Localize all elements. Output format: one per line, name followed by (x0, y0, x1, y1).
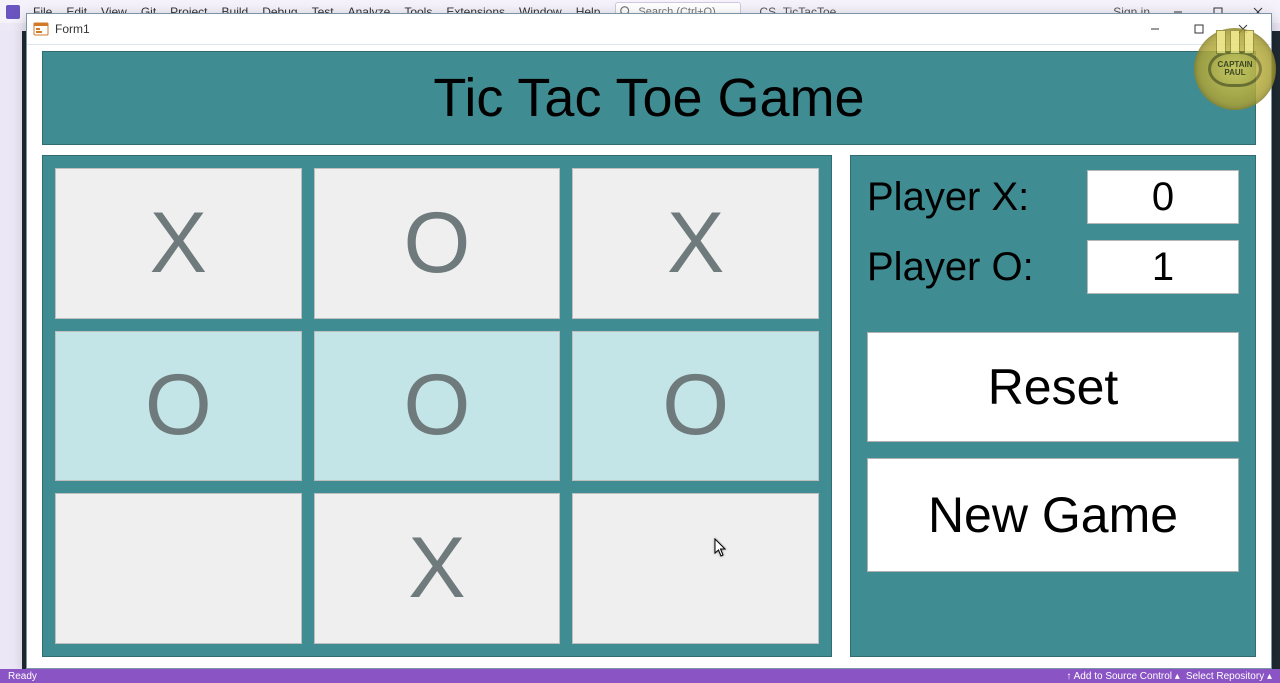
cell-1-2[interactable]: O (572, 331, 819, 482)
cell-0-2[interactable]: X (572, 168, 819, 319)
board-grid: X O X O O O X (55, 168, 819, 644)
cell-2-1[interactable]: X (314, 493, 561, 644)
status-ready: Ready (8, 671, 37, 682)
score-x-row: Player X: 0 (867, 170, 1239, 224)
vs-shell: File Edit View Git Project Build Debug T… (0, 0, 1280, 683)
cell-2-0[interactable] (55, 493, 302, 644)
watermark-badge: CAPTAIN PAUL (1194, 28, 1276, 110)
cell-0-1[interactable]: O (314, 168, 561, 319)
form1-client: Tic Tac Toe Game X O X O O O (28, 45, 1270, 667)
cell-1-1[interactable]: O (314, 331, 561, 482)
form1-title: Form1 (55, 22, 90, 36)
score-o-value: 1 (1087, 240, 1239, 294)
vs-logo-icon (6, 5, 20, 19)
status-select-repository[interactable]: Select Repository ▴ (1186, 671, 1272, 682)
title-panel: Tic Tac Toe Game (42, 51, 1256, 145)
new-game-button[interactable]: New Game (867, 458, 1239, 572)
board-panel: X O X O O O X (42, 155, 832, 657)
cell-2-2[interactable] (572, 493, 819, 644)
cell-1-0[interactable]: O (55, 331, 302, 482)
spacer (867, 310, 1239, 316)
game-title: Tic Tac Toe Game (433, 67, 864, 129)
cell-value: O (404, 356, 471, 455)
vs-canvas: Form1 Tic Tac Toe Game X (22, 31, 1280, 669)
score-o-row: Player O: 1 (867, 240, 1239, 294)
score-x-value: 0 (1087, 170, 1239, 224)
form1-window: Form1 Tic Tac Toe Game X (26, 13, 1272, 669)
form-icon (33, 21, 49, 37)
vs-left-gutter (0, 31, 23, 669)
cell-value: X (408, 519, 465, 618)
cell-value: X (667, 194, 724, 293)
score-x-label: Player X: (867, 175, 1029, 220)
side-panel: Player X: 0 Player O: 1 Reset New Game (850, 155, 1256, 657)
score-o-label: Player O: (867, 245, 1034, 290)
badge-text: CAPTAIN PAUL (1211, 61, 1259, 77)
form-minimize-button[interactable] (1133, 15, 1177, 43)
cell-value: O (145, 356, 212, 455)
status-add-source-control[interactable]: ↑ Add to Source Control ▴ (1066, 671, 1179, 682)
game-root: Tic Tac Toe Game X O X O O O (42, 51, 1256, 657)
cell-value: O (662, 356, 729, 455)
reset-button[interactable]: Reset (867, 332, 1239, 442)
form1-titlebar[interactable]: Form1 (27, 14, 1271, 45)
cell-0-0[interactable]: X (55, 168, 302, 319)
vs-statusbar: Ready ↑ Add to Source Control ▴ Select R… (0, 669, 1280, 683)
body-row: X O X O O O X (42, 155, 1256, 657)
cell-value: O (404, 194, 471, 293)
cell-value: X (150, 194, 207, 293)
